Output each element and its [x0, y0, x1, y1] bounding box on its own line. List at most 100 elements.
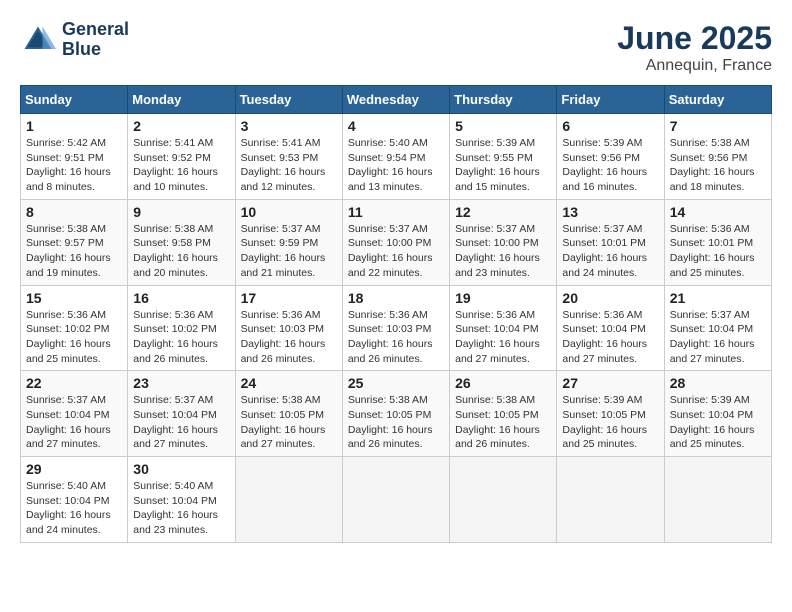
day-info: Sunrise: 5:39 AM Sunset: 9:56 PM Dayligh…	[562, 136, 658, 195]
col-saturday: Saturday	[664, 86, 771, 114]
calendar-cell: 1 Sunrise: 5:42 AM Sunset: 9:51 PM Dayli…	[21, 114, 128, 200]
calendar-cell: 25 Sunrise: 5:38 AM Sunset: 10:05 PM Day…	[342, 371, 449, 457]
calendar-cell: 7 Sunrise: 5:38 AM Sunset: 9:56 PM Dayli…	[664, 114, 771, 200]
day-number: 1	[26, 118, 122, 134]
calendar-row: 15 Sunrise: 5:36 AM Sunset: 10:02 PM Day…	[21, 285, 772, 371]
col-tuesday: Tuesday	[235, 86, 342, 114]
day-number: 5	[455, 118, 551, 134]
day-number: 20	[562, 290, 658, 306]
day-number: 15	[26, 290, 122, 306]
calendar-cell: 14 Sunrise: 5:36 AM Sunset: 10:01 PM Day…	[664, 199, 771, 285]
calendar-header: Sunday Monday Tuesday Wednesday Thursday…	[21, 86, 772, 114]
day-info: Sunrise: 5:37 AM Sunset: 10:01 PM Daylig…	[562, 222, 658, 281]
day-number: 17	[241, 290, 337, 306]
day-info: Sunrise: 5:37 AM Sunset: 10:04 PM Daylig…	[133, 393, 229, 452]
calendar-cell	[664, 457, 771, 543]
title-block: June 2025 Annequin, France	[617, 20, 772, 75]
calendar-cell: 24 Sunrise: 5:38 AM Sunset: 10:05 PM Day…	[235, 371, 342, 457]
calendar-cell: 10 Sunrise: 5:37 AM Sunset: 9:59 PM Dayl…	[235, 199, 342, 285]
day-number: 14	[670, 204, 766, 220]
day-info: Sunrise: 5:36 AM Sunset: 10:04 PM Daylig…	[562, 308, 658, 367]
calendar-cell	[557, 457, 664, 543]
day-info: Sunrise: 5:36 AM Sunset: 10:02 PM Daylig…	[133, 308, 229, 367]
day-number: 23	[133, 375, 229, 391]
day-info: Sunrise: 5:37 AM Sunset: 10:04 PM Daylig…	[670, 308, 766, 367]
col-friday: Friday	[557, 86, 664, 114]
day-info: Sunrise: 5:39 AM Sunset: 10:05 PM Daylig…	[562, 393, 658, 452]
calendar-cell: 23 Sunrise: 5:37 AM Sunset: 10:04 PM Day…	[128, 371, 235, 457]
calendar-cell	[235, 457, 342, 543]
day-info: Sunrise: 5:37 AM Sunset: 9:59 PM Dayligh…	[241, 222, 337, 281]
day-info: Sunrise: 5:36 AM Sunset: 10:02 PM Daylig…	[26, 308, 122, 367]
calendar-cell: 22 Sunrise: 5:37 AM Sunset: 10:04 PM Day…	[21, 371, 128, 457]
calendar-cell: 9 Sunrise: 5:38 AM Sunset: 9:58 PM Dayli…	[128, 199, 235, 285]
day-info: Sunrise: 5:36 AM Sunset: 10:01 PM Daylig…	[670, 222, 766, 281]
day-info: Sunrise: 5:37 AM Sunset: 10:00 PM Daylig…	[455, 222, 551, 281]
calendar-row: 22 Sunrise: 5:37 AM Sunset: 10:04 PM Day…	[21, 371, 772, 457]
day-number: 7	[670, 118, 766, 134]
page-header: General Blue June 2025 Annequin, France	[20, 20, 772, 75]
calendar-row: 8 Sunrise: 5:38 AM Sunset: 9:57 PM Dayli…	[21, 199, 772, 285]
day-number: 29	[26, 461, 122, 477]
day-info: Sunrise: 5:36 AM Sunset: 10:03 PM Daylig…	[348, 308, 444, 367]
logo-icon	[20, 22, 56, 58]
calendar-cell: 27 Sunrise: 5:39 AM Sunset: 10:05 PM Day…	[557, 371, 664, 457]
calendar-cell: 2 Sunrise: 5:41 AM Sunset: 9:52 PM Dayli…	[128, 114, 235, 200]
day-number: 26	[455, 375, 551, 391]
day-number: 13	[562, 204, 658, 220]
col-wednesday: Wednesday	[342, 86, 449, 114]
calendar-cell: 19 Sunrise: 5:36 AM Sunset: 10:04 PM Day…	[450, 285, 557, 371]
day-number: 25	[348, 375, 444, 391]
calendar-cell: 13 Sunrise: 5:37 AM Sunset: 10:01 PM Day…	[557, 199, 664, 285]
calendar-cell: 15 Sunrise: 5:36 AM Sunset: 10:02 PM Day…	[21, 285, 128, 371]
day-info: Sunrise: 5:36 AM Sunset: 10:04 PM Daylig…	[455, 308, 551, 367]
day-number: 22	[26, 375, 122, 391]
logo-text: General Blue	[62, 20, 129, 60]
calendar-cell: 6 Sunrise: 5:39 AM Sunset: 9:56 PM Dayli…	[557, 114, 664, 200]
day-number: 28	[670, 375, 766, 391]
day-info: Sunrise: 5:38 AM Sunset: 9:57 PM Dayligh…	[26, 222, 122, 281]
day-info: Sunrise: 5:37 AM Sunset: 10:04 PM Daylig…	[26, 393, 122, 452]
day-number: 6	[562, 118, 658, 134]
day-number: 12	[455, 204, 551, 220]
day-info: Sunrise: 5:38 AM Sunset: 10:05 PM Daylig…	[348, 393, 444, 452]
calendar-cell	[450, 457, 557, 543]
calendar-cell	[342, 457, 449, 543]
day-number: 3	[241, 118, 337, 134]
day-number: 2	[133, 118, 229, 134]
month-title: June 2025	[617, 20, 772, 57]
logo: General Blue	[20, 20, 129, 60]
calendar-cell: 5 Sunrise: 5:39 AM Sunset: 9:55 PM Dayli…	[450, 114, 557, 200]
calendar-table: Sunday Monday Tuesday Wednesday Thursday…	[20, 85, 772, 543]
calendar-cell: 29 Sunrise: 5:40 AM Sunset: 10:04 PM Day…	[21, 457, 128, 543]
day-number: 18	[348, 290, 444, 306]
header-row: Sunday Monday Tuesday Wednesday Thursday…	[21, 86, 772, 114]
col-monday: Monday	[128, 86, 235, 114]
day-number: 21	[670, 290, 766, 306]
day-info: Sunrise: 5:39 AM Sunset: 10:04 PM Daylig…	[670, 393, 766, 452]
col-sunday: Sunday	[21, 86, 128, 114]
calendar-row: 1 Sunrise: 5:42 AM Sunset: 9:51 PM Dayli…	[21, 114, 772, 200]
calendar-cell: 18 Sunrise: 5:36 AM Sunset: 10:03 PM Day…	[342, 285, 449, 371]
day-info: Sunrise: 5:41 AM Sunset: 9:53 PM Dayligh…	[241, 136, 337, 195]
location-title: Annequin, France	[617, 57, 772, 75]
day-info: Sunrise: 5:38 AM Sunset: 9:56 PM Dayligh…	[670, 136, 766, 195]
day-info: Sunrise: 5:38 AM Sunset: 9:58 PM Dayligh…	[133, 222, 229, 281]
day-number: 4	[348, 118, 444, 134]
day-number: 9	[133, 204, 229, 220]
day-info: Sunrise: 5:39 AM Sunset: 9:55 PM Dayligh…	[455, 136, 551, 195]
col-thursday: Thursday	[450, 86, 557, 114]
day-number: 19	[455, 290, 551, 306]
day-info: Sunrise: 5:38 AM Sunset: 10:05 PM Daylig…	[241, 393, 337, 452]
day-number: 30	[133, 461, 229, 477]
day-info: Sunrise: 5:37 AM Sunset: 10:00 PM Daylig…	[348, 222, 444, 281]
day-info: Sunrise: 5:41 AM Sunset: 9:52 PM Dayligh…	[133, 136, 229, 195]
day-info: Sunrise: 5:36 AM Sunset: 10:03 PM Daylig…	[241, 308, 337, 367]
calendar-cell: 12 Sunrise: 5:37 AM Sunset: 10:00 PM Day…	[450, 199, 557, 285]
day-info: Sunrise: 5:40 AM Sunset: 9:54 PM Dayligh…	[348, 136, 444, 195]
calendar-cell: 16 Sunrise: 5:36 AM Sunset: 10:02 PM Day…	[128, 285, 235, 371]
calendar-body: 1 Sunrise: 5:42 AM Sunset: 9:51 PM Dayli…	[21, 114, 772, 543]
day-number: 24	[241, 375, 337, 391]
calendar-cell: 28 Sunrise: 5:39 AM Sunset: 10:04 PM Day…	[664, 371, 771, 457]
calendar-cell: 17 Sunrise: 5:36 AM Sunset: 10:03 PM Day…	[235, 285, 342, 371]
